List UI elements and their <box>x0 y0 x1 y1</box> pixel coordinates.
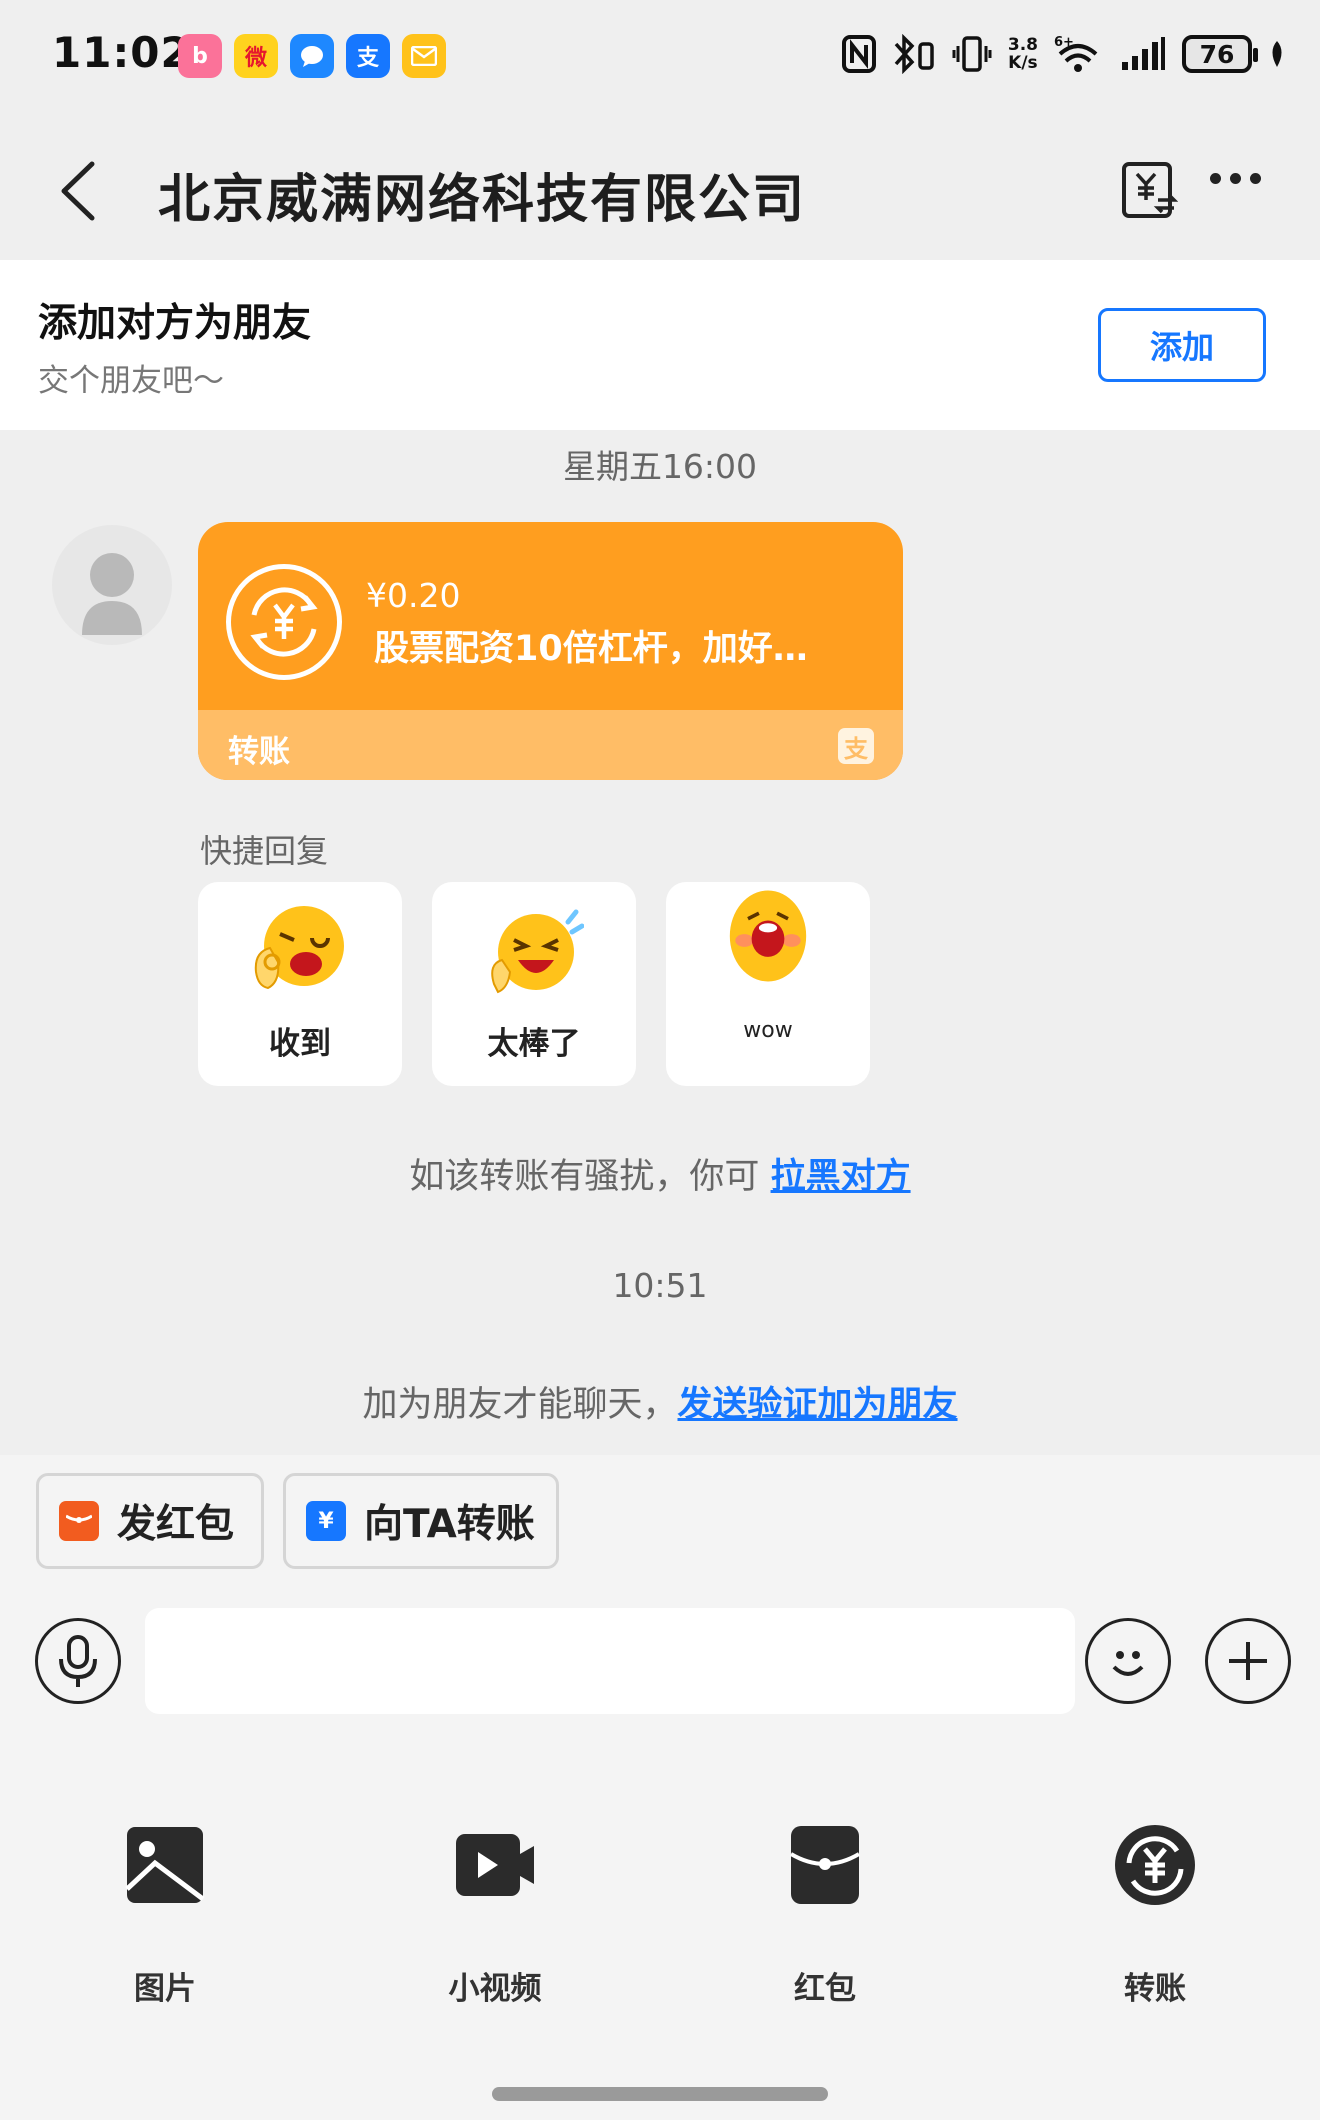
home-indicator[interactable] <box>492 2087 828 2101</box>
quick-reply-item[interactable]: wow <box>666 882 870 1086</box>
mail-icon <box>402 34 446 78</box>
message-timestamp: 10:51 <box>612 1266 708 1305</box>
send-red-packet-label: 发红包 <box>117 1502 235 1547</box>
tool-label: 图片 <box>134 1971 196 2007</box>
send-verification-link[interactable]: 发送验证加为朋友 <box>678 1385 958 1425</box>
chevron-left-icon[interactable] <box>58 160 98 222</box>
quick-reply-label: 太棒了 <box>487 1026 581 1062</box>
more-dots-icon[interactable] <box>1210 173 1261 184</box>
wow-emoji-icon <box>729 890 807 982</box>
quick-reply-item[interactable]: 太棒了 <box>432 882 636 1086</box>
tool-red-packet[interactable]: 红包 <box>725 1815 925 2008</box>
user-silhouette-icon <box>82 553 142 635</box>
add-friend-banner: 添加对方为朋友 交个朋友吧～ 添加 <box>0 260 1320 430</box>
notification-app-icons: b 微 支 <box>178 34 446 78</box>
avatar[interactable] <box>52 525 172 645</box>
tool-image[interactable]: 图片 <box>65 1815 265 2008</box>
smiley-icon[interactable] <box>1085 1618 1171 1704</box>
yuan-card-icon: ¥ <box>306 1501 346 1541</box>
harassment-notice-text: 如该转账有骚扰，你可 <box>409 1157 771 1197</box>
red-packet-icon <box>59 1501 99 1541</box>
send-red-packet-chip[interactable]: 发红包 <box>36 1473 264 1569</box>
system-status-icons: 3.8 K/s 6+ 76 <box>841 34 1286 74</box>
status-bar: 11:02 b 微 支 3.8 K/s 6+ 76 <box>0 0 1320 115</box>
yuan-coin-icon <box>226 564 342 680</box>
transfer-to-ta-chip[interactable]: ¥ 向TA转账 <box>283 1473 559 1569</box>
tool-label: 小视频 <box>448 1971 542 2007</box>
laugh-cry-emoji-icon <box>491 909 584 994</box>
alipay-icon: 支 <box>346 34 390 78</box>
block-contact-link[interactable]: 拉黑对方 <box>771 1157 911 1197</box>
status-time: 11:02 <box>52 28 191 77</box>
quick-reply-item[interactable]: 收到 <box>198 882 402 1086</box>
vibrate-icon <box>952 36 992 72</box>
tool-label: 转账 <box>1124 1971 1186 2007</box>
add-friend-subtext: 交个朋友吧～ <box>38 363 224 399</box>
bluetooth-icon <box>894 34 934 74</box>
add-friend-button[interactable]: 添加 <box>1098 308 1266 382</box>
nfc-icon <box>841 35 876 73</box>
alipay-logo-icon: 支 <box>838 728 874 764</box>
ok-emoji-icon <box>254 906 344 990</box>
signal-icon <box>1122 37 1165 70</box>
transfer-message-card[interactable]: ¥0.20 股票配资10倍杠杆，加好… 转账 支 <box>198 522 903 780</box>
quick-reply-label: 收到 <box>269 1026 331 1062</box>
tool-video[interactable]: 小视频 <box>395 1815 595 2008</box>
transfer-icon <box>1105 1815 1205 1915</box>
leaf-icon <box>1272 41 1282 67</box>
add-friend-heading: 添加对方为朋友 <box>38 301 312 346</box>
yuan-transfer-icon[interactable] <box>1120 160 1178 220</box>
transfer-card-body: ¥0.20 股票配资10倍杠杆，加好… <box>198 522 903 710</box>
quick-reply-title: 快捷回复 <box>200 832 329 870</box>
transfer-to-ta-label: 向TA转账 <box>364 1502 535 1547</box>
friend-required-notice: 加为朋友才能聊天，发送验证加为朋友 <box>0 1376 1320 1427</box>
weibo-icon: 微 <box>234 34 278 78</box>
transfer-amount: ¥0.20 <box>366 576 461 615</box>
friend-notice-text: 加为朋友才能聊天， <box>362 1385 678 1425</box>
transfer-message: 股票配资10倍杠杆，加好… <box>374 629 808 669</box>
message-timestamp: 星期五16:00 <box>562 447 758 486</box>
transfer-card-footer: 转账 支 <box>198 710 903 780</box>
harassment-notice: 如该转账有骚扰，你可 拉黑对方 <box>0 1148 1320 1199</box>
tool-transfer[interactable]: 转账 <box>1055 1815 1255 2008</box>
tool-label: 红包 <box>794 1971 856 2007</box>
microphone-icon[interactable] <box>35 1618 121 1704</box>
chat-header: 北京威满网络科技有限公司 <box>0 115 1320 260</box>
messages-icon <box>290 34 334 78</box>
plus-icon[interactable] <box>1205 1618 1291 1704</box>
battery-indicator: 76 <box>1182 35 1258 73</box>
chat-title: 北京威满网络科技有限公司 <box>158 170 807 230</box>
red-packet-icon <box>775 1815 875 1915</box>
quick-reply-label: wow <box>743 1018 793 1043</box>
transfer-card-label: 转账 <box>228 734 290 770</box>
bilibili-icon: b <box>178 34 222 78</box>
image-icon <box>115 1815 215 1915</box>
video-icon <box>445 1815 545 1915</box>
message-input[interactable] <box>145 1608 1075 1714</box>
wifi-icon: 6+ <box>1054 35 1098 72</box>
network-speed: 3.8 K/s <box>1007 35 1038 73</box>
